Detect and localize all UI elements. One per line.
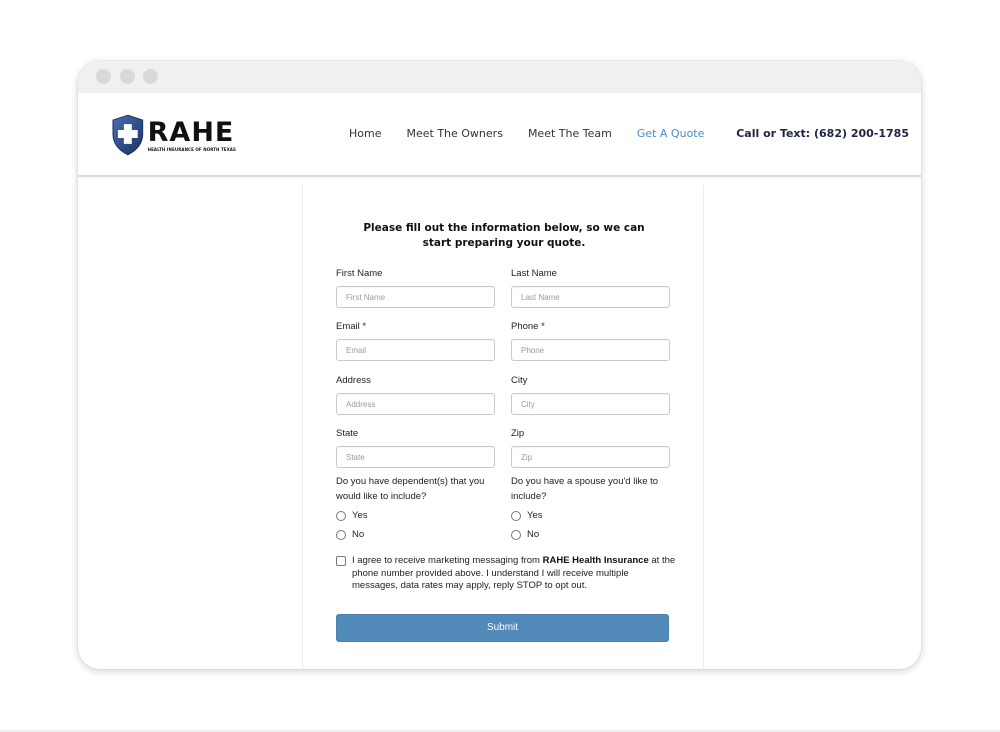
spouse-question: Do you have a spouse you'd like to inclu… (511, 474, 676, 542)
consent-checkbox[interactable] (336, 556, 346, 566)
state-input[interactable] (336, 446, 495, 468)
browser-titlebar (78, 61, 921, 93)
spouse-option-no[interactable]: No (511, 527, 676, 542)
city-label: City (511, 375, 528, 386)
logo-tagline: HEALTH INSURANCE OF NORTH TEXAS (147, 146, 236, 152)
last-name-input[interactable] (511, 286, 670, 308)
nav-get-a-quote[interactable]: Get A Quote (637, 127, 705, 140)
contact-phone[interactable]: Call or Text: (682) 200-1785 (736, 127, 909, 140)
form-intro: Please fill out the information below, s… (363, 222, 645, 249)
radio-yes-spouse[interactable] (511, 510, 521, 521)
address-label: Address (336, 375, 371, 386)
city-input[interactable] (511, 393, 670, 415)
spouse-option-yes[interactable]: Yes (511, 508, 676, 523)
window-close-dot-icon[interactable] (96, 69, 111, 84)
zip-label: Zip (511, 428, 525, 439)
radio-label: No (527, 529, 540, 540)
consent-text: I agree to receive marketing messaging f… (352, 555, 676, 593)
nav-meet-the-team[interactable]: Meet The Team (528, 127, 612, 140)
dependents-option-yes[interactable]: Yes (336, 508, 501, 523)
first-name-input[interactable] (336, 286, 495, 308)
email-label: Email * (336, 321, 367, 332)
city-field: City (511, 375, 670, 415)
state-label: State (336, 428, 359, 439)
first-name-label: First Name (336, 268, 383, 279)
first-name-field: First Name (336, 268, 495, 308)
radio-label: No (352, 529, 365, 540)
window-maximize-dot-icon[interactable] (143, 69, 158, 84)
address-input[interactable] (336, 393, 495, 415)
dependents-question-label: Do you have dependent(s) that you would … (336, 476, 485, 502)
radio-yes-dependents[interactable] (336, 510, 346, 521)
phone-label: Phone * (511, 321, 545, 332)
browser-window: RAHE HEALTH INSURANCE OF NORTH TEXAS Hom… (78, 61, 921, 669)
radio-no-spouse[interactable] (511, 529, 521, 540)
quote-form: Please fill out the information below, s… (302, 185, 704, 669)
nav-home[interactable]: Home (349, 127, 381, 140)
zip-field: Zip (511, 428, 670, 468)
logo[interactable]: RAHE HEALTH INSURANCE OF NORTH TEXAS (111, 113, 236, 157)
spouse-question-label: Do you have a spouse you'd like to inclu… (511, 476, 659, 502)
radio-label: Yes (352, 510, 368, 521)
state-field: State (336, 428, 495, 468)
shield-cross-icon (112, 114, 144, 156)
logo-wordmark: RAHE (147, 116, 235, 148)
submit-button[interactable]: Submit (336, 614, 669, 642)
phone-input[interactable] (511, 339, 670, 361)
site-header: RAHE HEALTH INSURANCE OF NORTH TEXAS Hom… (78, 93, 921, 177)
consent-brand: RAHE Health Insurance (542, 555, 649, 566)
dependents-option-no[interactable]: No (336, 527, 501, 542)
address-field: Address (336, 375, 495, 415)
consent-row: I agree to receive marketing messaging f… (336, 555, 676, 593)
last-name-field: Last Name (511, 268, 670, 308)
main-nav: Home Meet The Owners Meet The Team Get A… (349, 127, 729, 140)
consent-text-before: I agree to receive marketing messaging f… (352, 555, 543, 566)
nav-meet-the-owners[interactable]: Meet The Owners (406, 127, 502, 140)
email-field: Email * (336, 321, 495, 361)
dependents-question: Do you have dependent(s) that you would … (336, 474, 501, 542)
last-name-label: Last Name (511, 268, 557, 279)
zip-input[interactable] (511, 446, 670, 468)
radio-no-dependents[interactable] (336, 529, 346, 540)
window-minimize-dot-icon[interactable] (120, 69, 135, 84)
email-input[interactable] (336, 339, 495, 361)
page-content: Please fill out the information below, s… (78, 179, 921, 669)
phone-field: Phone * (511, 321, 670, 361)
radio-label: Yes (527, 510, 543, 521)
